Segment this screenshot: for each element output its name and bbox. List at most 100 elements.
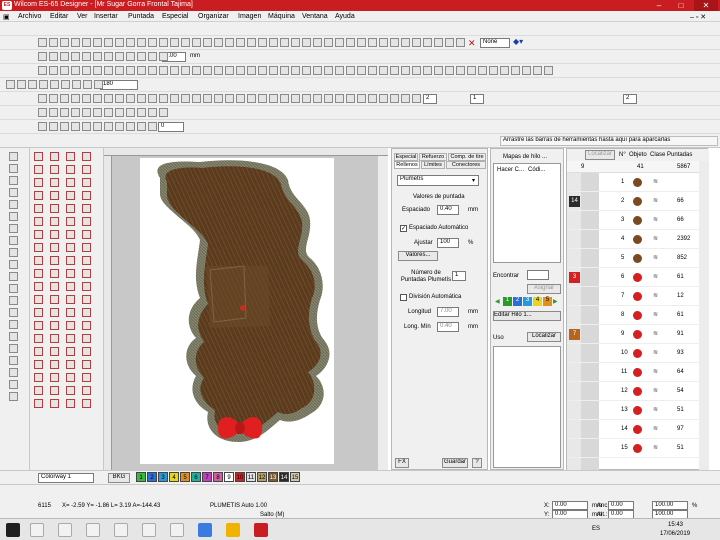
toolbar-tool-icon[interactable] (82, 108, 91, 117)
toolbar-tool-icon[interactable] (104, 108, 113, 117)
digitize-tool-icon[interactable] (34, 165, 43, 174)
digitize-tool-icon[interactable] (82, 152, 91, 161)
toolbar-tool-icon[interactable] (49, 66, 58, 75)
toolbar-tool-icon[interactable] (71, 94, 80, 103)
menu-editar[interactable]: Editar (50, 13, 68, 20)
toolbar-tool-icon[interactable] (357, 66, 366, 75)
toolbar-tool-icon[interactable] (280, 38, 289, 47)
sequence-row[interactable]: 2 ≋ 66 (567, 192, 699, 211)
digitize-tool-icon[interactable] (82, 321, 91, 330)
task-app-6-icon[interactable] (170, 523, 184, 537)
toolbar-tool-icon[interactable] (159, 94, 168, 103)
toolbar-tool-icon[interactable] (401, 94, 410, 103)
menu-imagen[interactable]: Imagen (238, 13, 261, 20)
assign-button[interactable]: Asignar (527, 284, 561, 294)
toolbar-tool-icon[interactable] (302, 66, 311, 75)
thread-color-4[interactable]: 4 (533, 297, 542, 306)
digitize-tool-icon[interactable] (66, 217, 75, 226)
counter-a[interactable]: 2 (423, 94, 437, 104)
digitize-tool-icon[interactable] (82, 399, 91, 408)
toolbar-tool-icon[interactable] (71, 122, 80, 131)
find-input[interactable] (527, 270, 549, 280)
digitize-tool-icon[interactable] (82, 243, 91, 252)
digitize-tool-icon[interactable] (82, 360, 91, 369)
color-swatch-1[interactable]: 1 (136, 472, 146, 482)
sequence-row[interactable]: 1 ≋ (567, 173, 699, 192)
menu-insertar[interactable]: Insertar (94, 13, 118, 20)
usage-list[interactable] (493, 346, 561, 468)
digitize-tool-icon[interactable] (50, 165, 59, 174)
sequence-row[interactable]: 8 ≋ 61 (567, 306, 699, 325)
left-tool-icon[interactable] (9, 152, 18, 161)
sequence-row[interactable]: 12 ≋ 54 (567, 382, 699, 401)
task-app-4-icon[interactable] (114, 523, 128, 537)
toolbar-tool-icon[interactable] (170, 66, 179, 75)
color-swatch-5[interactable]: 5 (180, 472, 190, 482)
tab-refuerzo[interactable]: Refuerzo (419, 153, 447, 161)
counter-b[interactable]: 1 (470, 94, 484, 104)
digitize-tool-icon[interactable] (66, 321, 75, 330)
thread-color-3[interactable]: 3 (523, 297, 532, 306)
task-app-1-icon[interactable] (30, 523, 44, 537)
digitize-tool-icon[interactable] (82, 256, 91, 265)
toolbar-tool-icon[interactable] (412, 38, 421, 47)
toolbar-tool-icon[interactable] (368, 94, 377, 103)
digitize-tool-icon[interactable] (66, 282, 75, 291)
sequence-row[interactable]: 3 ≋ 66 (567, 211, 699, 230)
counter-d[interactable]: 0 (158, 122, 184, 132)
digitize-tool-icon[interactable] (82, 386, 91, 395)
toolbar-tool-icon[interactable] (511, 66, 520, 75)
toolbar-tool-icon[interactable] (115, 38, 124, 47)
adjust-input[interactable]: 100 (437, 238, 459, 248)
sequence-row[interactable]: 10 ≋ 93 (567, 344, 699, 363)
digitize-tool-icon[interactable] (82, 204, 91, 213)
digitize-tool-icon[interactable] (82, 308, 91, 317)
toolbar-tool-icon[interactable] (346, 94, 355, 103)
spacing-input[interactable]: 0.40 (437, 205, 459, 215)
save-button[interactable]: Guardar (442, 458, 468, 468)
toolbar-tool-icon[interactable] (214, 66, 223, 75)
toolbar-tool-icon[interactable] (115, 66, 124, 75)
digitize-tool-icon[interactable] (66, 347, 75, 356)
digitize-tool-icon[interactable] (34, 399, 43, 408)
toolbar-tool-icon[interactable] (423, 66, 432, 75)
toolbar-tool-icon[interactable] (93, 108, 102, 117)
toolbar-tool-icon[interactable] (49, 108, 58, 117)
thread-color-2[interactable]: 2 (513, 297, 522, 306)
toolbar-tool-icon[interactable] (291, 38, 300, 47)
sequence-row[interactable]: 15 ≋ 51 (567, 439, 699, 458)
toolbar-tool-icon[interactable] (324, 38, 333, 47)
toolbar-tool-icon[interactable] (401, 66, 410, 75)
digitize-tool-icon[interactable] (50, 191, 59, 200)
toolbar-tool-icon[interactable] (291, 66, 300, 75)
toolbar-tool-icon[interactable] (93, 52, 102, 61)
toolbar-tool-icon[interactable] (159, 52, 168, 61)
digitize-tool-icon[interactable] (34, 243, 43, 252)
color-block-badge[interactable]: 7 (569, 329, 580, 340)
toolbar-tool-icon[interactable] (38, 52, 47, 61)
language-indicator[interactable]: ES (592, 526, 600, 532)
toolbar-tool-icon[interactable] (203, 66, 212, 75)
toolbar-tool-icon[interactable] (203, 38, 212, 47)
digitize-tool-icon[interactable] (50, 399, 59, 408)
left-tool-icon[interactable] (9, 368, 18, 377)
menu-ayuda[interactable]: Ayuda (335, 13, 355, 20)
toolbar-tool-icon[interactable] (126, 94, 135, 103)
left-tool-icon[interactable] (9, 356, 18, 365)
digitize-tool-icon[interactable] (50, 256, 59, 265)
toolbar-tool-icon[interactable] (38, 122, 47, 131)
toolbar-tool-icon[interactable] (258, 94, 267, 103)
toolbar-tool-icon[interactable] (379, 38, 388, 47)
toolbar-tool-icon[interactable] (236, 66, 245, 75)
toolbar-tool-icon[interactable] (49, 38, 58, 47)
digitize-tool-icon[interactable] (82, 178, 91, 187)
toolbar-tool-icon[interactable] (61, 80, 70, 89)
toolbar-tool-icon[interactable] (357, 94, 366, 103)
toolbar-tool-icon[interactable] (159, 66, 168, 75)
toolbar-tool-icon[interactable] (203, 94, 212, 103)
toolbar-tool-icon[interactable] (170, 94, 179, 103)
toolbar-tool-icon[interactable] (82, 52, 91, 61)
toolbar-tool-icon[interactable] (280, 66, 289, 75)
left-tool-icon[interactable] (9, 224, 18, 233)
digitize-tool-icon[interactable] (34, 204, 43, 213)
